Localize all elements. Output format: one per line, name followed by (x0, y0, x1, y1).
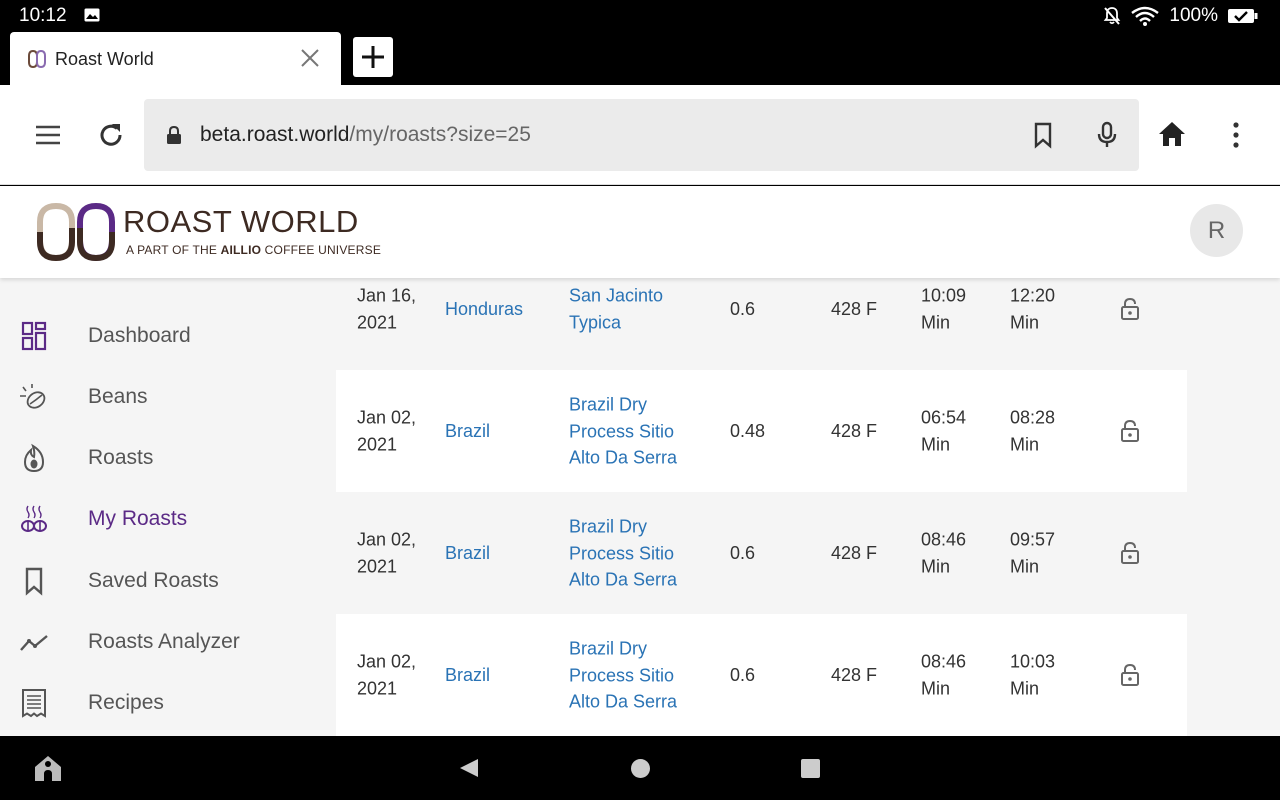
table-row: Jan 02, 2021 Brazil Brazil Dry Process Sit… (336, 370, 1187, 492)
home-icon[interactable] (1158, 120, 1186, 148)
launcher-home-icon[interactable] (33, 754, 63, 782)
site-header: ROAST WORLD A PART OF THE AILLIO COFFEE … (0, 186, 1280, 278)
bean-link[interactable]: San Jacinto Typica (569, 283, 699, 336)
sidebar-item-roasts-analyzer[interactable]: Roasts Analyzer (0, 617, 336, 667)
unlock-icon[interactable] (1120, 541, 1140, 565)
unlock-icon[interactable] (1120, 419, 1140, 443)
first-crack-time-cell: 08:46 Min (921, 529, 967, 577)
url-path: /my/roasts?size=25 (349, 123, 531, 146)
roast-date-cell: Jan 02, 2021 (357, 407, 417, 455)
unlock-icon[interactable] (1120, 663, 1140, 687)
charge-temp-cell: 428 F (831, 542, 878, 563)
charge-temp-cell: 428 F (831, 420, 878, 441)
first-crack-time-cell: 06:54 Min (921, 407, 967, 455)
bean-icon (20, 384, 46, 409)
roast-date-cell: Jan 02, 2021 (357, 529, 417, 577)
trend-line-icon (20, 635, 48, 651)
sidebar-item-roasts[interactable]: Roasts (0, 433, 336, 483)
tab-title: Roast World (55, 49, 154, 69)
roast-world-favicon-icon (28, 49, 46, 69)
back-icon[interactable] (458, 757, 480, 779)
roast-world-logo-icon[interactable] (36, 202, 116, 262)
flame-icon (23, 443, 45, 473)
table-row: Jan 02, 2021 Brazil Brazil Dry Process Sit… (336, 492, 1187, 614)
first-crack-time-cell: 08:46 Min (921, 651, 967, 699)
bookmark-page-icon[interactable] (1029, 121, 1057, 149)
browser-tab-strip: Roast World (0, 32, 1280, 85)
browser-tab[interactable]: Roast World (10, 32, 341, 85)
sidebar-item-my-roasts[interactable]: My Roasts (0, 494, 336, 544)
sidebar-item-saved-roasts[interactable]: Saved Roasts (0, 556, 336, 606)
sidebar-item-label: Saved Roasts (88, 569, 219, 592)
battery-charging-icon (1228, 9, 1258, 23)
origin-link[interactable]: Brazil (445, 662, 490, 689)
charge-temp-cell: 428 F (831, 298, 878, 319)
roast-date-cell: Jan 02, 2021 (357, 651, 417, 699)
status-time: 10:12 (19, 5, 67, 26)
tagline-prefix: A PART OF THE (126, 243, 221, 257)
more-options-icon[interactable] (1222, 121, 1250, 149)
roasts-content: Jan 16, 2021 Honduras San Jacinto Typica 0.… (336, 278, 1280, 736)
drop-time-cell: 10:03 Min (1010, 651, 1056, 699)
batch-size-cell: 0.6 (730, 664, 756, 685)
menu-icon[interactable] (34, 121, 62, 149)
origin-link[interactable]: Honduras (445, 296, 523, 323)
sidebar-item-dashboard[interactable]: Dashboard (0, 311, 336, 361)
roast-date-cell: Jan 16, 2021 (357, 285, 417, 333)
lock-icon (167, 125, 181, 144)
sidebar-item-recipes[interactable]: Recipes (0, 678, 336, 728)
table-row: Jan 16, 2021 Honduras San Jacinto Typica 0.… (336, 278, 1187, 370)
bookmark-icon (25, 567, 43, 596)
sidebar-item-label: Roasts (88, 446, 154, 469)
plus-icon (362, 46, 384, 68)
batch-size-cell: 0.6 (730, 542, 756, 563)
status-bar: 10:12 100% (0, 0, 1280, 32)
tagline-brand: AILLIO (220, 243, 262, 257)
table-row: Jan 02, 2021 Brazil Brazil Dry Process Sit… (336, 614, 1187, 736)
site-name: ROAST WORLD (123, 204, 359, 239)
url-text[interactable]: beta.roast.world/my/roasts?size=25 (200, 123, 531, 147)
bean-link[interactable]: Brazil Dry Process Sitio Alto Da Serra (569, 635, 699, 715)
unlock-icon[interactable] (1120, 297, 1140, 321)
image-notification-icon (84, 8, 100, 22)
drop-time-cell: 08:28 Min (1010, 407, 1056, 455)
wifi-icon (1131, 6, 1160, 26)
new-tab-button[interactable] (353, 37, 393, 77)
origin-link[interactable]: Brazil (445, 540, 490, 567)
bean-link[interactable]: Brazil Dry Process Sitio Alto Da Serra (569, 391, 699, 471)
user-avatar[interactable]: R (1190, 204, 1243, 257)
sidebar-item-beans[interactable]: Beans (0, 372, 336, 422)
reload-icon[interactable] (97, 121, 125, 149)
batch-size-cell: 0.48 (730, 420, 766, 441)
tagline-suffix: COFFEE UNIVERSE (261, 243, 382, 257)
close-tab-icon[interactable] (298, 46, 322, 70)
sidebar-item-label: Recipes (88, 691, 164, 714)
drop-time-cell: 09:57 Min (1010, 529, 1056, 577)
do-not-disturb-icon (1104, 7, 1121, 25)
sidebar-item-label: My Roasts (88, 507, 188, 530)
home-circle-icon[interactable] (630, 758, 651, 779)
first-crack-time-cell: 10:09 Min (921, 285, 967, 333)
sidebar-item-label: Roasts Analyzer (88, 630, 240, 653)
drop-time-cell: 12:20 Min (1010, 285, 1056, 333)
sidebar-item-label: Beans (88, 385, 148, 408)
roasts-table: Jan 16, 2021 Honduras San Jacinto Typica 0.… (336, 278, 1187, 736)
sidebar: Dashboard Beans Roasts My Roasts Saved R… (0, 278, 336, 736)
steaming-beans-icon (21, 505, 47, 532)
recents-icon[interactable] (800, 758, 821, 779)
system-navigation-bar (0, 736, 1280, 800)
origin-link[interactable]: Brazil (445, 418, 490, 445)
address-bar[interactable]: beta.roast.world/my/roasts?size=25 (144, 99, 1139, 171)
sidebar-item-label: Dashboard (88, 324, 191, 347)
charge-temp-cell: 428 F (831, 664, 878, 685)
site-tagline: A PART OF THE AILLIO COFFEE UNIVERSE (126, 243, 381, 257)
url-host: beta.roast.world (200, 123, 350, 146)
dashboard-icon (21, 321, 47, 351)
batch-size-cell: 0.6 (730, 298, 756, 319)
browser-toolbar: beta.roast.world/my/roasts?size=25 (0, 85, 1280, 185)
recipe-icon (22, 689, 46, 718)
bean-link[interactable]: Brazil Dry Process Sitio Alto Da Serra (569, 513, 699, 593)
battery-percent: 100% (1169, 5, 1218, 26)
microphone-icon[interactable] (1093, 121, 1121, 149)
